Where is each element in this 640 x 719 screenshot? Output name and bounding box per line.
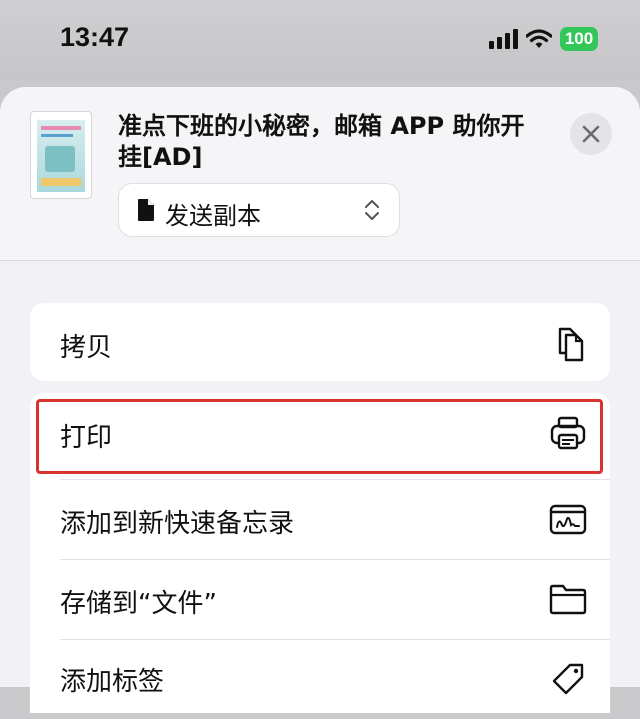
document-icon xyxy=(138,199,154,221)
action-print[interactable]: 打印 xyxy=(30,393,610,473)
close-icon xyxy=(582,125,600,143)
chevron-up-down-icon xyxy=(365,200,379,220)
status-icons: 100 xyxy=(489,27,598,51)
printer-icon xyxy=(550,416,586,450)
folder-icon xyxy=(549,584,587,615)
wifi-icon xyxy=(526,29,552,48)
document-title: 准点下班的小秘密，邮箱 APP 助你开挂[AD] xyxy=(118,112,525,171)
tag-icon xyxy=(552,663,584,695)
battery-indicator: 100 xyxy=(560,27,598,51)
action-label: 拷贝 xyxy=(60,333,113,363)
close-button[interactable] xyxy=(570,113,612,155)
action-add-tag[interactable]: 添加标签 xyxy=(30,639,610,719)
copy-action-card: 拷贝 xyxy=(30,303,610,381)
share-sheet-header: 准点下班的小秘密，邮箱 APP 助你开挂[AD] 发送副本 xyxy=(0,87,640,261)
status-time: 13:47 xyxy=(60,22,130,52)
action-label: 打印 xyxy=(60,423,113,453)
action-label: 存储到“文件” xyxy=(60,589,217,619)
action-copy[interactable]: 拷贝 xyxy=(30,303,610,383)
copy-icon xyxy=(558,327,584,362)
action-save-to-files[interactable]: 存储到“文件” xyxy=(30,559,610,639)
action-label: 添加标签 xyxy=(60,667,165,697)
send-copy-label: 发送副本 xyxy=(165,202,261,230)
quick-note-icon xyxy=(549,504,587,535)
actions-group-card: 打印 添加到新快速备忘录 存储到“文件” 添加标签 xyxy=(30,393,610,713)
status-bar: 13:47 100 xyxy=(0,0,640,80)
document-thumbnail xyxy=(30,111,92,199)
cellular-signal-icon xyxy=(489,29,518,49)
header-divider xyxy=(0,260,640,261)
action-quick-note[interactable]: 添加到新快速备忘录 xyxy=(30,479,610,559)
action-label: 添加到新快速备忘录 xyxy=(60,509,295,539)
send-copy-dropdown[interactable]: 发送副本 xyxy=(118,183,400,237)
share-sheet: 准点下班的小秘密，邮箱 APP 助你开挂[AD] 发送副本 拷贝 打印 添加到新… xyxy=(0,87,640,713)
